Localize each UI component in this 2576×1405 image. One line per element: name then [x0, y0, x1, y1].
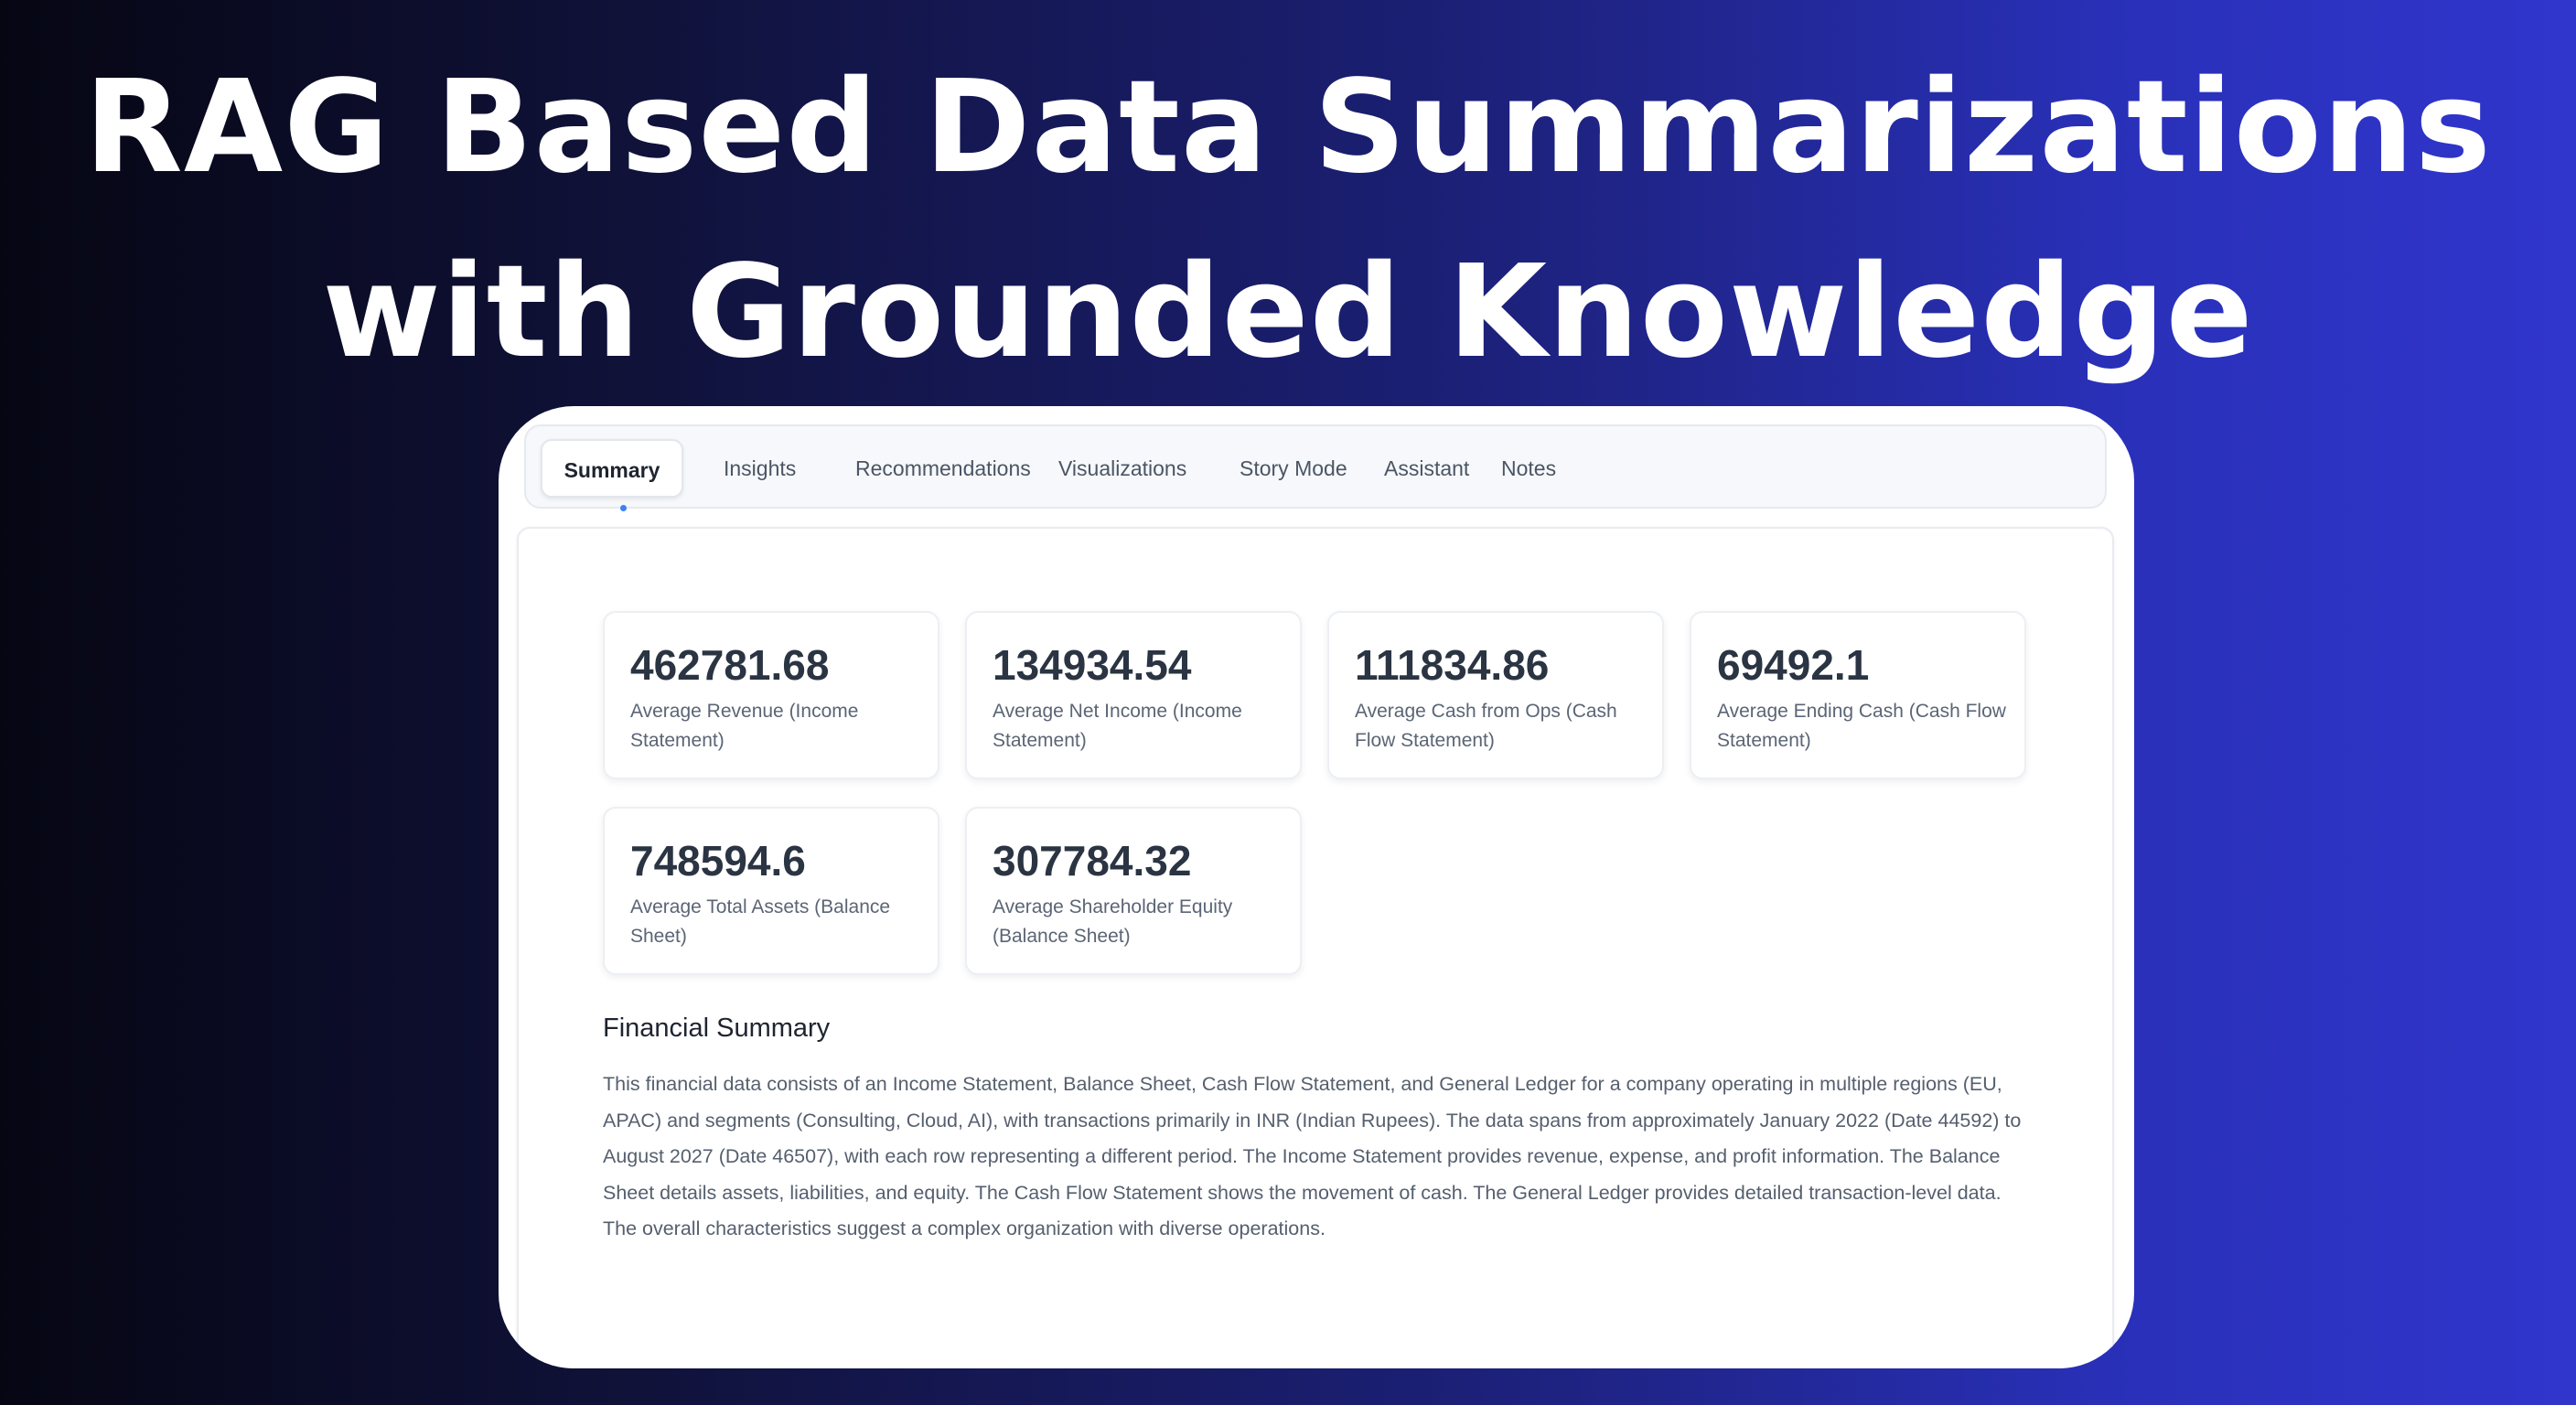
tab-bar: Summary Insights Recommendations Visuali…	[524, 424, 2107, 511]
metric-value: 307784.32	[993, 837, 1192, 885]
metric-value: 111834.86	[1355, 641, 1550, 689]
metric-value: 462781.68	[630, 641, 830, 689]
summary-paragraph: This financial data consists of an Incom…	[603, 1073, 2022, 1240]
tab-assistant[interactable]: Assistant	[1384, 439, 1469, 498]
metric-value: 69492.1	[1717, 641, 1870, 689]
app-window: Summary Insights Recommendations Visuali…	[499, 406, 2134, 1368]
metric-card-ending-cash: 69492.1 Average Ending Cash (Cash Flow S…	[1690, 611, 2026, 779]
metric-card-revenue: 462781.68 Average Revenue (Income Statem…	[603, 611, 939, 779]
tab-insights[interactable]: Insights	[724, 439, 796, 498]
tab-recommendations[interactable]: Recommendations	[855, 439, 1031, 498]
tab-story-mode[interactable]: Story Mode	[1240, 439, 1347, 498]
section-title: Financial Summary	[603, 1014, 831, 1043]
metric-card-shareholder-equity: 307784.32 Average Shareholder Equity (Ba…	[965, 807, 1302, 975]
metric-card-total-assets: 748594.6 Average Total Assets (Balance S…	[603, 807, 939, 975]
metric-label: Average Cash from Ops (Cash Flow Stateme…	[1355, 701, 1617, 751]
metric-label: Average Net Income (Income Statement)	[993, 701, 1242, 751]
tab-visualizations[interactable]: Visualizations	[1058, 439, 1186, 498]
metric-label: Average Total Assets (Balance Sheet)	[630, 896, 891, 947]
metric-value: 748594.6	[630, 837, 806, 885]
metric-label: Average Shareholder Equity (Balance Shee…	[993, 896, 1233, 947]
metric-card-cash-from-ops: 111834.86 Average Cash from Ops (Cash Fl…	[1327, 611, 1664, 779]
metric-label: Average Revenue (Income Statement)	[630, 701, 859, 751]
metric-card-net-income: 134934.54 Average Net Income (Income Sta…	[965, 611, 1302, 779]
headline-line-2: with Grounded Knowledge	[322, 238, 2254, 387]
tab-notes[interactable]: Notes	[1501, 439, 1556, 498]
metric-label: Average Ending Cash (Cash Flow Statement…	[1717, 701, 2006, 751]
metric-value: 134934.54	[993, 641, 1192, 689]
active-tab-indicator	[620, 505, 627, 511]
headline-line-1: RAG Based Data Summarizations	[84, 53, 2492, 202]
tab-summary[interactable]: Summary	[541, 439, 683, 498]
